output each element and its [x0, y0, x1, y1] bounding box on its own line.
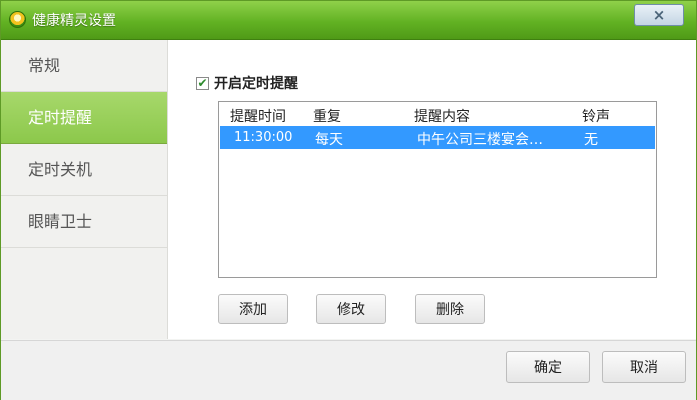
title-bar[interactable]: 健康精灵设置 × — [1, 1, 696, 40]
sidebar-item-timed-shutdown[interactable]: 定时关机 — [1, 144, 167, 196]
sidebar-item-eye-guard[interactable]: 眼睛卫士 — [1, 196, 167, 248]
list-item[interactable]: 11:30:00 每天 中午公司三楼宴会… 无 — [220, 126, 655, 149]
enable-reminder-row[interactable]: ✔ 开启定时提醒 — [196, 73, 298, 93]
ok-button[interactable]: 确定 — [506, 351, 590, 383]
cell-time: 11:30:00 — [234, 130, 293, 145]
delete-button[interactable]: 删除 — [415, 294, 485, 324]
reminder-list[interactable]: 提醒时间 重复 提醒内容 铃声 11:30:00 每天 中午公司三楼宴会… 无 — [218, 101, 657, 278]
window-title: 健康精灵设置 — [32, 13, 116, 29]
edit-button[interactable]: 修改 — [316, 294, 386, 324]
reminder-panel: ✔ 开启定时提醒 提醒时间 重复 提醒内容 铃声 11:30:00 每天 中午公… — [168, 40, 696, 339]
enable-reminder-checkbox[interactable]: ✔ — [196, 76, 209, 90]
footer-bar: 确定 取消 — [1, 340, 696, 400]
enable-reminder-label[interactable]: 开启定时提醒 — [214, 73, 298, 93]
app-logo-icon — [9, 11, 26, 28]
cell-sound: 无 — [584, 132, 598, 148]
column-header-sound[interactable]: 铃声 — [582, 106, 610, 126]
column-header-repeat[interactable]: 重复 — [313, 106, 341, 126]
list-header: 提醒时间 重复 提醒内容 铃声 — [219, 102, 656, 126]
settings-window: 健康精灵设置 × 常规 定时提醒 定时关机 眼睛卫士 ✔ 开启定时提醒 提醒时间… — [0, 0, 697, 400]
sidebar-item-timed-reminder[interactable]: 定时提醒 — [1, 92, 167, 144]
column-header-time[interactable]: 提醒时间 — [230, 106, 286, 126]
close-button[interactable]: × — [634, 4, 684, 26]
sidebar-item-general[interactable]: 常规 — [1, 40, 167, 92]
close-icon: × — [652, 6, 666, 24]
cell-content: 中午公司三楼宴会… — [417, 132, 543, 148]
cancel-button[interactable]: 取消 — [602, 351, 686, 383]
column-header-content[interactable]: 提醒内容 — [414, 106, 470, 126]
add-button[interactable]: 添加 — [218, 294, 288, 324]
checkmark-icon: ✔ — [197, 76, 208, 90]
sidebar: 常规 定时提醒 定时关机 眼睛卫士 — [1, 40, 168, 339]
cell-repeat: 每天 — [315, 132, 343, 148]
